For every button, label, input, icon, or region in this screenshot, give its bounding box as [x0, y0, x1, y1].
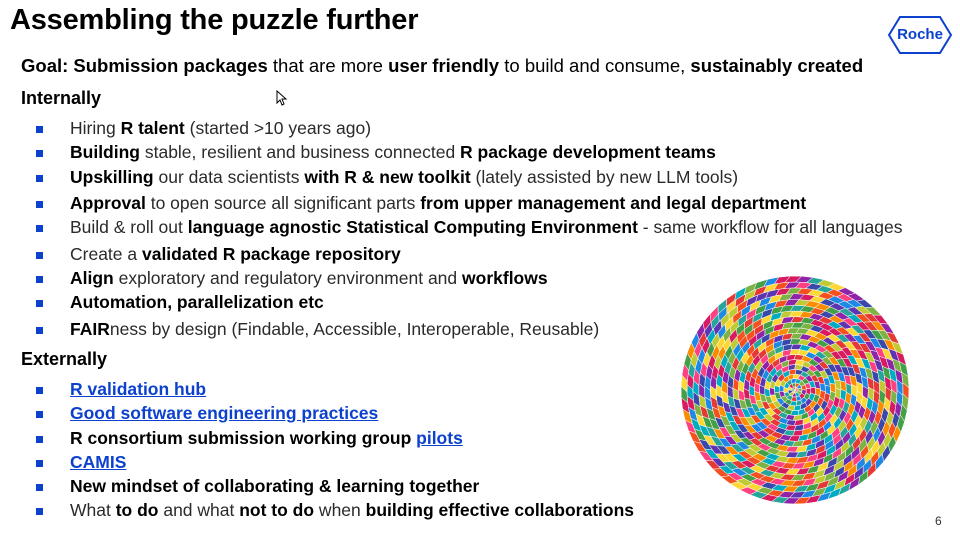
- externally-heading: Externally: [21, 349, 108, 369]
- goal-emph: user friendly: [388, 55, 500, 76]
- internal-item-5: Build & roll out language agnostic Stati…: [70, 217, 903, 237]
- roche-logo: Roche: [887, 15, 953, 55]
- goal-text: that are more: [267, 55, 389, 76]
- mouse-pointer-icon: [276, 90, 288, 106]
- page-number: 6: [935, 514, 942, 528]
- bullet-marker: [36, 508, 43, 515]
- bullet-marker: [36, 327, 43, 334]
- logo-text: Roche: [897, 26, 943, 43]
- bullet-marker: [36, 276, 43, 283]
- goal-emph: sustainably created: [690, 55, 864, 76]
- bullet-marker: [36, 150, 43, 157]
- goal-label: Goal: Submission packages: [21, 55, 268, 76]
- link-good-software-engineering[interactable]: Good software engineering practices: [70, 403, 378, 423]
- goal-text: to build and consume,: [499, 55, 691, 76]
- internal-item-9: FAIRness by design (Findable, Accessible…: [70, 319, 600, 339]
- internal-item-8: Automation, parallelization etc: [70, 292, 324, 312]
- link-pilots[interactable]: pilots: [416, 428, 463, 448]
- bullet-marker: [36, 201, 43, 208]
- internal-item-3: Upskilling our data scientists with R & …: [70, 167, 739, 187]
- internal-item-4: Approval to open source all significant …: [70, 193, 807, 213]
- internally-heading: Internally: [21, 88, 102, 108]
- bullet-marker: [36, 436, 43, 443]
- internal-item-2: Building stable, resilient and business …: [70, 142, 716, 162]
- external-item-5: New mindset of collaborating & learning …: [70, 476, 480, 496]
- bullet-marker: [36, 252, 43, 259]
- bullet-marker: [36, 460, 43, 467]
- bullet-marker: [36, 484, 43, 491]
- bullet-marker: [36, 175, 43, 182]
- bullet-marker: [36, 126, 43, 133]
- goal-line: Goal: Submission packages that are more …: [21, 55, 863, 77]
- bullet-marker: [36, 387, 43, 394]
- internal-item-6: Create a validated R package repository: [70, 244, 401, 264]
- external-item-3: R consortium submission working group pi…: [70, 428, 463, 448]
- internal-item-7: Align exploratory and regulatory environ…: [70, 268, 548, 288]
- puzzle-spiral-image: [680, 275, 910, 505]
- external-item-6: What to do and what not to do when build…: [70, 500, 634, 520]
- bullet-marker: [36, 411, 43, 418]
- external-item-2: Good software engineering practices: [70, 403, 378, 424]
- bullet-marker: [36, 300, 43, 307]
- external-item-1: R validation hub: [70, 379, 206, 400]
- slide-title: Assembling the puzzle further: [10, 4, 419, 36]
- bullet-marker: [36, 225, 43, 232]
- link-camis[interactable]: CAMIS: [70, 452, 126, 472]
- link-r-validation-hub[interactable]: R validation hub: [70, 379, 206, 399]
- internal-item-1: Hiring R talent (started >10 years ago): [70, 118, 372, 138]
- external-item-4: CAMIS: [70, 452, 126, 473]
